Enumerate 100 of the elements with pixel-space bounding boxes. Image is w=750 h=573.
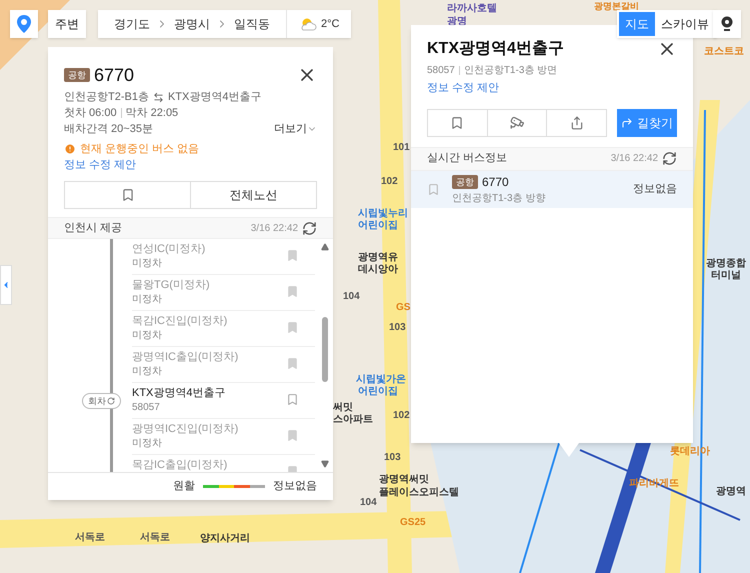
bookmark-icon[interactable]: [286, 357, 299, 370]
stop-info: 58057: [132, 401, 161, 415]
bookmark-icon: [120, 188, 134, 202]
stop-name: 광명역IC진입(미정차): [132, 422, 238, 437]
provider-label: 인천시 제공: [64, 220, 122, 236]
camera-icon: [510, 115, 524, 130]
bus-row[interactable]: 공항 6770 인천공항T1-3층 방향 정보없음: [411, 170, 693, 208]
map-label: 시립빛누리: [358, 208, 408, 219]
suggest-edit-link[interactable]: 정보 수정 제안: [427, 80, 677, 96]
map-label: 103: [389, 322, 406, 333]
map-label: 라까사호텔: [447, 3, 497, 14]
map-label: 104: [360, 497, 377, 508]
bookmark-icon[interactable]: [427, 182, 440, 196]
route-origin: 인천공항T2-B1층: [64, 90, 149, 105]
stop-name: 물왕TG(미정차): [132, 278, 210, 293]
map-pin-icon: [17, 15, 31, 33]
stop-info: 미정차: [132, 293, 163, 307]
traffic-legend-bar: [203, 485, 265, 488]
more-button[interactable]: 더보기: [274, 121, 317, 137]
region-link[interactable]: 광명시: [174, 15, 210, 33]
legend-smooth: 원활: [173, 479, 195, 494]
bookmark-icon: [450, 116, 464, 130]
bus-stop-row[interactable]: 연성IC(미정차) 미정차: [132, 239, 315, 275]
map-label: GS25: [400, 517, 426, 528]
bookmark-icon[interactable]: [286, 393, 299, 406]
section-title: 실시간 버스정보: [427, 151, 508, 166]
last-bus-time: 막차 22:05: [126, 106, 178, 121]
map-label: 터미널: [711, 270, 741, 281]
bookmark-icon[interactable]: [286, 429, 299, 442]
directions-button[interactable]: 길찾기: [617, 108, 677, 136]
warning-text: 현재 운행중인 버스 없음: [80, 142, 200, 157]
map-label: 광명역유: [358, 252, 398, 263]
route-number: 6770: [94, 64, 134, 87]
bookmark-icon[interactable]: [286, 321, 299, 334]
turnaround-badge: 회차: [82, 393, 121, 409]
bookmark-icon[interactable]: [286, 249, 299, 262]
bus-number: 6770: [482, 174, 509, 190]
map-type-tab[interactable]: 스카이뷰: [655, 12, 715, 36]
stop-id: 58057: [427, 64, 455, 78]
map-label: 어린이집: [358, 386, 398, 397]
directions-icon: [621, 116, 633, 128]
map-label: 광명종합: [706, 258, 746, 269]
bus-interval: 배차간격 20~35분: [64, 122, 153, 137]
map-label: 코스트코: [704, 46, 744, 57]
bus-stop-row[interactable]: 광명역IC진입(미정차) 미정차: [132, 419, 315, 455]
map-label: 서독로: [140, 532, 170, 543]
scroll-up-icon[interactable]: [321, 243, 329, 251]
map-label: 시립빛가온: [356, 374, 406, 385]
bookmark-icon[interactable]: [286, 285, 299, 298]
stop-name: 목감IC진입(미정차): [132, 314, 228, 329]
stop-info: 미정차: [132, 437, 163, 451]
map-label: 101: [393, 142, 410, 153]
location-button[interactable]: [10, 10, 38, 38]
bus-stop-row[interactable]: 광명역IC출입(미정차) 미정차: [132, 347, 315, 383]
camera-icon: [721, 16, 733, 32]
airport-badge: 공항: [64, 68, 90, 82]
map-type-tab[interactable]: 지도: [619, 12, 655, 36]
stop-info: 미정차: [132, 329, 163, 343]
stop-name: KTX광명역4번출구: [132, 386, 226, 401]
scroll-down-icon[interactable]: [321, 460, 329, 468]
map-label: 광명역: [716, 486, 746, 497]
map-label: 플레이스오피스텔: [379, 487, 459, 498]
stop-name: 연성IC(미정차): [132, 242, 206, 257]
panel-toggle-tab[interactable]: [0, 265, 12, 305]
stop-name: 목감IC출입(미정차): [132, 458, 228, 472]
refresh-icon[interactable]: [662, 151, 677, 166]
suggest-edit-link[interactable]: 정보 수정 제안: [64, 157, 317, 173]
map-label: 스아파트: [333, 414, 373, 425]
stop-info: 미정차: [132, 365, 163, 379]
warning-icon: [64, 143, 76, 155]
map-label: 광명본갈비: [594, 1, 639, 12]
map-label: 양지사거리: [200, 533, 250, 544]
map-label: 광명역써밋: [379, 474, 429, 485]
partly-cloudy-icon: [299, 17, 317, 31]
map-label: 써밋: [333, 402, 353, 413]
refresh-icon[interactable]: [302, 220, 317, 236]
stop-direction: 인천공항T1-3층 방면: [464, 64, 558, 78]
street-view-toggle[interactable]: [713, 10, 741, 38]
map-label: 103: [384, 452, 401, 463]
bus-stop-row[interactable]: 물왕TG(미정차) 미정차: [132, 275, 315, 311]
stop-info: 미정차: [132, 257, 163, 271]
temperature: 2°C: [321, 16, 340, 32]
region-link[interactable]: 경기도: [114, 15, 150, 33]
share-icon: [570, 116, 584, 130]
route-destination: KTX광명역4번출구: [168, 90, 262, 105]
map-label: 데시앙아: [358, 264, 398, 275]
nearby-button[interactable]: 주변: [48, 10, 86, 38]
map-label: 102: [393, 410, 410, 421]
stop-title: KTX광명역4번출구: [427, 39, 564, 59]
airport-badge: 공항: [452, 174, 478, 188]
first-bus-time: 첫차 06:00: [64, 106, 117, 121]
bus-direction: 인천공항T1-3층 방향: [452, 192, 546, 206]
bus-stop-row[interactable]: 목감IC진입(미정차) 미정차: [132, 311, 315, 347]
region-link[interactable]: 일직동: [234, 15, 270, 33]
stop-name: 광명역IC출입(미정차): [132, 350, 238, 365]
legend-no-info: 정보없음: [273, 479, 317, 494]
map-label: 102: [381, 176, 398, 187]
map-label: 서독로: [75, 532, 105, 543]
two-way-arrow-icon: [152, 92, 164, 102]
update-time: 3/16 22:42: [610, 152, 658, 166]
